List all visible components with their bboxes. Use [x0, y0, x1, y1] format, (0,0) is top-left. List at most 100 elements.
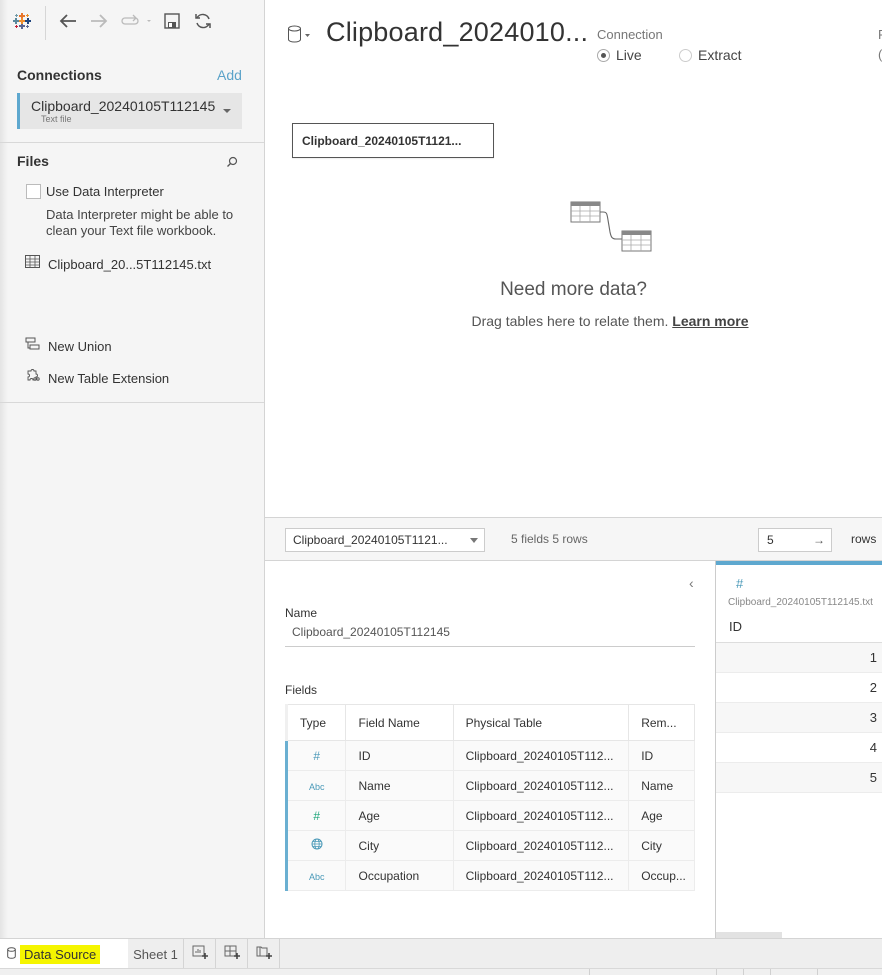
rows-input[interactable]: 5 →: [758, 528, 832, 552]
tableau-logo-icon[interactable]: [11, 10, 33, 32]
tab-data-source[interactable]: Data Source: [0, 939, 128, 969]
radio-unselected-icon: [679, 48, 692, 62]
data-cell[interactable]: 5: [716, 763, 882, 793]
live-label: Live: [616, 47, 642, 63]
status-divider: [589, 969, 590, 975]
rows-input-value: 5: [767, 533, 774, 547]
data-cell[interactable]: 1: [716, 643, 882, 673]
remote-field: Occup...: [628, 860, 695, 891]
connection-item[interactable]: Clipboard_20240105T112145 Text file: [17, 93, 242, 129]
number-icon[interactable]: #: [736, 576, 743, 591]
column-header-type[interactable]: Type: [284, 704, 347, 741]
chevron-left-icon[interactable]: ‹: [689, 575, 694, 591]
column-header-field-name[interactable]: Field Name: [345, 704, 454, 741]
field-name[interactable]: Occupation: [345, 860, 454, 891]
save-icon[interactable]: [161, 10, 183, 32]
new-worksheet-button[interactable]: [184, 939, 216, 969]
field-name[interactable]: ID: [345, 740, 454, 771]
search-icon[interactable]: [226, 155, 238, 173]
column-source: Clipboard_20240105T112145.txt: [728, 597, 873, 608]
column-name[interactable]: ID: [729, 619, 742, 634]
tab-sheet-1[interactable]: Sheet 1: [128, 939, 184, 969]
string-icon[interactable]: Abc: [309, 782, 325, 792]
new-story-button[interactable]: [248, 939, 280, 969]
add-connection-link[interactable]: Add: [217, 67, 242, 83]
remote-field: City: [628, 830, 695, 861]
table-row[interactable]: # ID Clipboard_20240105T112... ID: [284, 740, 695, 771]
learn-more-link[interactable]: Learn more: [672, 313, 748, 329]
connection-type: Text file: [41, 114, 72, 124]
toolbar-divider: [45, 6, 46, 40]
physical-table: Clipboard_20240105T112...: [452, 830, 630, 861]
new-table-extension-item[interactable]: New Table Extension: [25, 369, 169, 387]
relationship-illustration-icon: [570, 200, 654, 261]
arrow-right-icon[interactable]: →: [813, 533, 825, 547]
file-item[interactable]: Clipboard_20...5T112145.txt: [25, 255, 211, 273]
data-grid-toolbar: Clipboard_20240105T1121... 5 fields 5 ro…: [265, 517, 882, 561]
data-cell[interactable]: 3: [716, 703, 882, 733]
radio-selected-icon: [597, 48, 610, 62]
name-field[interactable]: Clipboard_20240105T112145: [285, 625, 695, 647]
table-row[interactable]: City Clipboard_20240105T112... City: [284, 830, 695, 861]
extract-label: Extract: [698, 47, 742, 63]
filters-label-cutoff: F: [878, 27, 882, 42]
remote-field: Age: [628, 800, 695, 831]
data-cell[interactable]: 4: [716, 733, 882, 763]
use-data-interpreter-checkbox[interactable]: [26, 184, 41, 199]
fields-label: Fields: [285, 683, 318, 697]
back-arrow-icon[interactable]: [57, 10, 79, 32]
chevron-down-icon: [305, 25, 310, 43]
table-row[interactable]: # Age Clipboard_20240105T112... Age: [284, 800, 695, 831]
status-divider: [770, 969, 771, 975]
drag-hint-text: Drag tables here to relate them.: [471, 313, 669, 329]
files-heading: Files: [17, 153, 49, 169]
geographic-icon[interactable]: [311, 838, 323, 853]
pause-updates-icon[interactable]: [119, 10, 153, 32]
table-row[interactable]: Abc Name Clipboard_20240105T112... Name: [284, 770, 695, 801]
physical-table: Clipboard_20240105T112...: [452, 740, 630, 771]
status-divider: [743, 969, 744, 975]
data-preview-grid: # Clipboard_20240105T112145.txt ID 1 2 3…: [715, 561, 882, 938]
new-union-item[interactable]: New Union: [25, 337, 112, 355]
live-radio[interactable]: Live: [597, 47, 642, 63]
number-icon[interactable]: #: [313, 749, 320, 763]
table-extension-icon: [25, 368, 40, 388]
new-worksheet-icon: [192, 945, 208, 963]
chevron-down-icon[interactable]: [223, 109, 231, 113]
table-select[interactable]: Clipboard_20240105T1121...: [285, 528, 485, 552]
datasource-title[interactable]: Clipboard_2024010...: [326, 17, 588, 48]
new-dashboard-icon: [224, 945, 240, 963]
filters-value-cutoff[interactable]: (: [878, 47, 882, 62]
file-name: Clipboard_20...5T112145.txt: [48, 256, 212, 272]
database-icon: [7, 946, 16, 962]
string-icon[interactable]: Abc: [309, 872, 325, 882]
extract-radio[interactable]: Extract: [679, 47, 742, 63]
connections-heading: Connections: [17, 67, 102, 83]
field-name[interactable]: Name: [345, 770, 454, 801]
field-name[interactable]: Age: [345, 800, 454, 831]
canvas-table-card[interactable]: Clipboard_20240105T1121...: [292, 123, 494, 158]
sheet-tab-bar: Data Source Sheet 1: [0, 938, 882, 969]
status-divider: [716, 969, 717, 975]
forward-arrow-icon[interactable]: [88, 10, 110, 32]
refresh-icon[interactable]: [192, 10, 214, 32]
datasource-menu[interactable]: [287, 25, 310, 48]
field-name[interactable]: City: [345, 830, 454, 861]
new-table-extension-label: New Table Extension: [48, 370, 170, 386]
use-data-interpreter-label[interactable]: Use Data Interpreter: [46, 184, 164, 199]
column-header-remote-field[interactable]: Rem...: [628, 704, 695, 741]
number-icon[interactable]: #: [313, 809, 320, 823]
data-cell[interactable]: 2: [716, 673, 882, 703]
database-icon: [287, 25, 302, 48]
new-dashboard-button[interactable]: [216, 939, 248, 969]
name-label: Name: [285, 606, 318, 620]
table-row[interactable]: Abc Occupation Clipboard_20240105T112...…: [284, 860, 695, 891]
column-values: 1 2 3 4 5: [716, 642, 882, 793]
connection-name: Clipboard_20240105T112145: [31, 98, 216, 114]
status-divider: [817, 969, 818, 975]
fields-rows-summary: 5 fields 5 rows: [511, 532, 588, 546]
data-source-tab-label: Data Source: [20, 944, 101, 964]
table-select-value: Clipboard_20240105T1121...: [293, 533, 448, 547]
union-icon: [25, 337, 40, 356]
column-header-physical-table[interactable]: Physical Table: [452, 704, 630, 741]
